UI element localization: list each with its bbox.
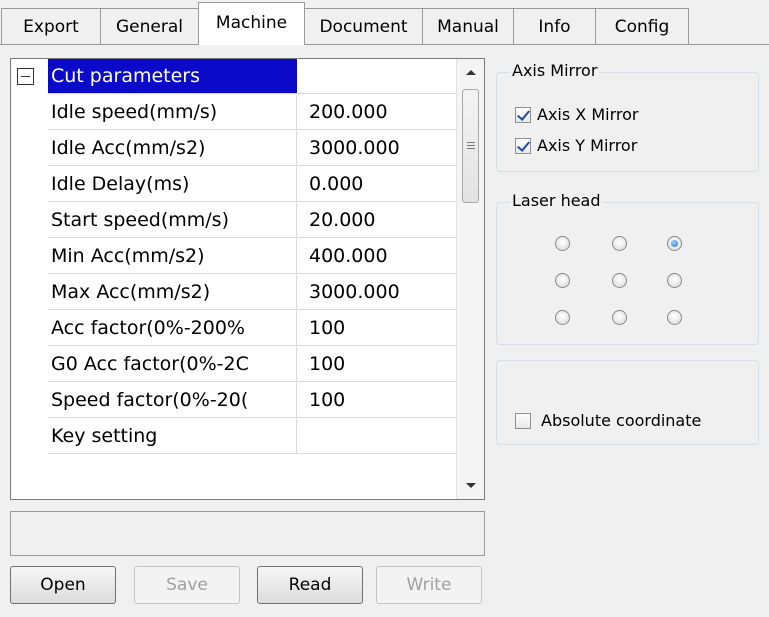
collapse-icon[interactable] [17, 68, 34, 85]
grid-row[interactable]: Acc factor(0%-200% 100 [11, 311, 456, 347]
grid-row[interactable]: Idle Delay(ms) 0.000 [11, 167, 456, 203]
scroll-up-arrow-icon[interactable] [457, 59, 484, 87]
property-name: Acc factor(0%-200% [48, 311, 297, 346]
tab-divider [0, 44, 769, 45]
property-value[interactable]: 200.000 [297, 95, 456, 130]
tab-config[interactable]: Config [595, 8, 689, 44]
property-name: Idle speed(mm/s) [48, 95, 297, 130]
open-button[interactable]: Open [10, 566, 116, 604]
grid-category-row[interactable]: Cut parameters [11, 59, 456, 95]
property-value[interactable]: 0.000 [297, 167, 456, 202]
property-name: Min Acc(mm/s2) [48, 239, 297, 274]
grid-row[interactable]: Start speed(mm/s) 20.000 [11, 203, 456, 239]
grid-row[interactable]: Idle Acc(mm/s2) 3000.000 [11, 131, 456, 167]
grid-row[interactable]: Min Acc(mm/s2) 400.000 [11, 239, 456, 275]
grid-row[interactable]: Key setting [11, 419, 456, 455]
grid-row[interactable]: Speed factor(0%-20( 100 [11, 383, 456, 419]
laser-head-radio-top-left[interactable] [555, 236, 570, 251]
axis-x-mirror-label[interactable]: Axis X Mirror [537, 105, 638, 125]
property-value[interactable]: 3000.000 [297, 131, 456, 166]
grid-row[interactable]: G0 Acc factor(0%-2C 100 [11, 347, 456, 383]
cut-parameters-grid[interactable]: Cut parameters Idle speed(mm/s) 200.000 … [10, 58, 485, 500]
property-value[interactable]: 3000.000 [297, 275, 456, 310]
coordinate-group: Absolute coordinate [496, 360, 759, 445]
laser-head-radio-center[interactable] [612, 273, 627, 288]
laser-head-radio-middle-right[interactable] [667, 273, 682, 288]
grid-category-label: Cut parameters [48, 59, 297, 94]
tab-export[interactable]: Export [1, 8, 101, 44]
property-name: Speed factor(0%-20( [48, 383, 297, 418]
property-value[interactable] [297, 419, 456, 454]
property-name: G0 Acc factor(0%-2C [48, 347, 297, 382]
laser-head-radio-top-center[interactable] [612, 236, 627, 251]
write-button[interactable]: Write [376, 566, 482, 604]
grid-row[interactable]: Max Acc(mm/s2) 3000.000 [11, 275, 456, 311]
laser-head-radio-top-right[interactable] [667, 236, 682, 251]
tab-bar: Export General Machine Document Manual I… [0, 0, 769, 45]
read-button[interactable]: Read [257, 566, 363, 604]
grip-line [467, 142, 475, 143]
tab-info[interactable]: Info [513, 8, 596, 44]
property-name: Idle Acc(mm/s2) [48, 131, 297, 166]
tab-machine[interactable]: Machine [198, 2, 305, 45]
property-name: Idle Delay(ms) [48, 167, 297, 202]
property-value[interactable]: 100 [297, 311, 456, 346]
laser-head-title: Laser head [510, 191, 603, 210]
grid-row[interactable]: Idle speed(mm/s) 200.000 [11, 95, 456, 131]
tab-manual[interactable]: Manual [422, 8, 514, 44]
absolute-coordinate-checkbox[interactable] [515, 413, 531, 429]
laser-head-group: Laser head [496, 192, 759, 345]
save-button[interactable]: Save [134, 566, 240, 604]
grid-scrollbar[interactable] [456, 59, 484, 499]
property-name: Start speed(mm/s) [48, 203, 297, 238]
property-value[interactable]: 100 [297, 383, 456, 418]
laser-head-radio-bottom-left[interactable] [555, 310, 570, 325]
scroll-down-arrow-icon[interactable] [457, 471, 484, 499]
tab-general[interactable]: General [100, 8, 199, 44]
property-name: Key setting [48, 419, 297, 454]
property-value[interactable]: 400.000 [297, 239, 456, 274]
property-value[interactable]: 20.000 [297, 203, 456, 238]
axis-y-mirror-label[interactable]: Axis Y Mirror [537, 136, 637, 156]
absolute-coordinate-label[interactable]: Absolute coordinate [541, 411, 701, 431]
grip-line [467, 145, 475, 146]
property-value[interactable]: 100 [297, 347, 456, 382]
tab-document[interactable]: Document [304, 8, 423, 44]
scrollbar-thumb[interactable] [462, 89, 479, 203]
axis-mirror-title: Axis Mirror [510, 61, 600, 80]
axis-y-mirror-checkbox[interactable] [515, 138, 531, 154]
laser-head-radio-bottom-center[interactable] [612, 310, 627, 325]
status-box [10, 511, 485, 556]
property-name: Max Acc(mm/s2) [48, 275, 297, 310]
laser-head-radio-middle-left[interactable] [555, 273, 570, 288]
grid-category-value [297, 59, 456, 94]
axis-x-mirror-checkbox[interactable] [515, 107, 531, 123]
laser-head-radio-bottom-right[interactable] [667, 310, 682, 325]
axis-mirror-group: Axis Mirror Axis X Mirror Axis Y Mirror [496, 62, 759, 172]
grip-line [467, 148, 475, 149]
